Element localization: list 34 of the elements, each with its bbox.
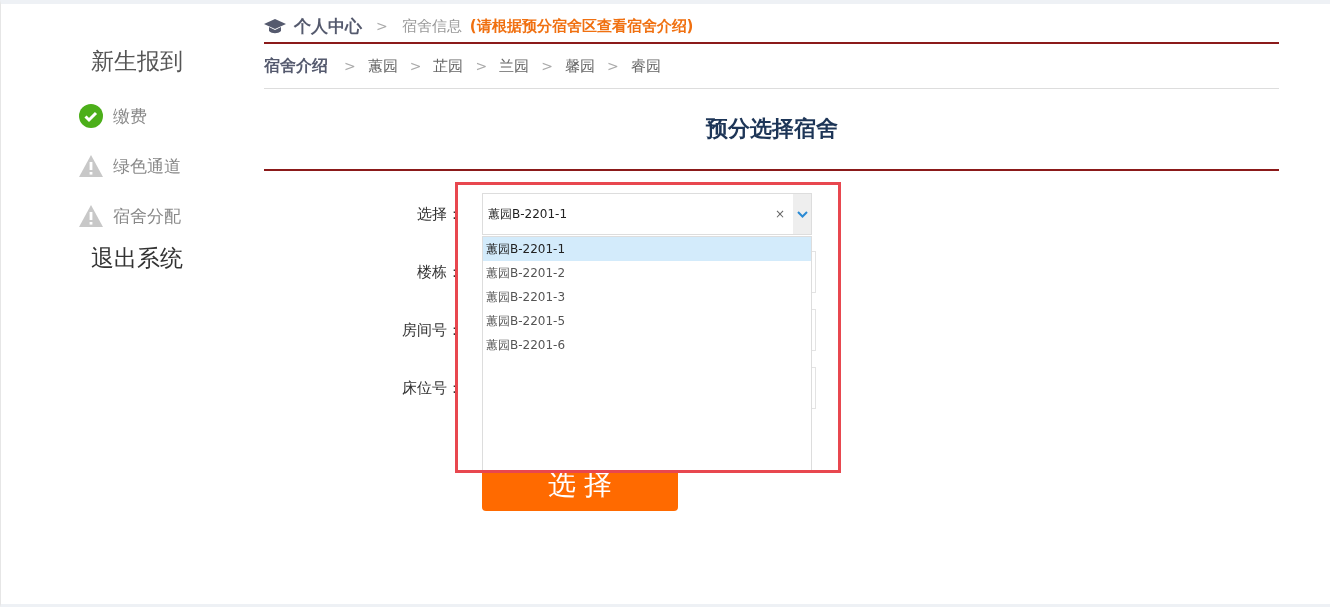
breadcrumb-separator: > [376,18,388,34]
select-field[interactable]: 蕙园B-2201-1 × [482,193,812,235]
warning-icon [79,155,103,177]
check-circle-icon [79,104,103,128]
subnav-link[interactable]: 馨园 [564,56,595,76]
subnav-link[interactable]: 蕙园 [367,56,398,76]
field-label: 选择： [416,204,462,224]
chevron-down-icon [796,210,808,218]
subnav-link[interactable]: 睿园 [630,56,661,76]
breadcrumb-home[interactable]: 个人中心 [294,14,362,38]
field-label: 床位号： [401,378,462,398]
dropdown-toggle[interactable] [793,194,811,234]
field-label: 房间号： [401,320,462,340]
clear-button[interactable]: × [774,207,785,221]
subnav-separator: > [475,58,488,74]
subnav-separator: > [606,58,619,74]
subnav-separator: > [409,58,422,74]
step-label: 缴费 [113,104,147,128]
graduation-cap-icon [264,18,286,34]
subnav-link[interactable]: 兰园 [499,56,530,76]
subnav-separator: > [344,58,356,74]
subnav-title: 宿舍介绍 [264,55,328,77]
warning-icon [79,205,103,227]
logout-link[interactable]: 退出系统 [91,243,183,274]
subnav-link[interactable]: 芷园 [433,56,464,76]
field-label: 楼栋： [416,262,462,282]
step-label: 绿色通道 [113,154,181,178]
subnav-separator: > [541,58,553,74]
page-heading: 预分选择宿舍 [264,89,1279,171]
sidebar-title: 新生报到 [91,47,183,76]
breadcrumb-note: (请根据预分宿舍区查看宿舍介绍) [469,16,694,36]
breadcrumb-current: 宿舍信息 [401,16,462,36]
dropdown-option[interactable]: 蕙园B-2201-1 [483,237,811,261]
step-label: 宿舍分配 [113,204,181,228]
